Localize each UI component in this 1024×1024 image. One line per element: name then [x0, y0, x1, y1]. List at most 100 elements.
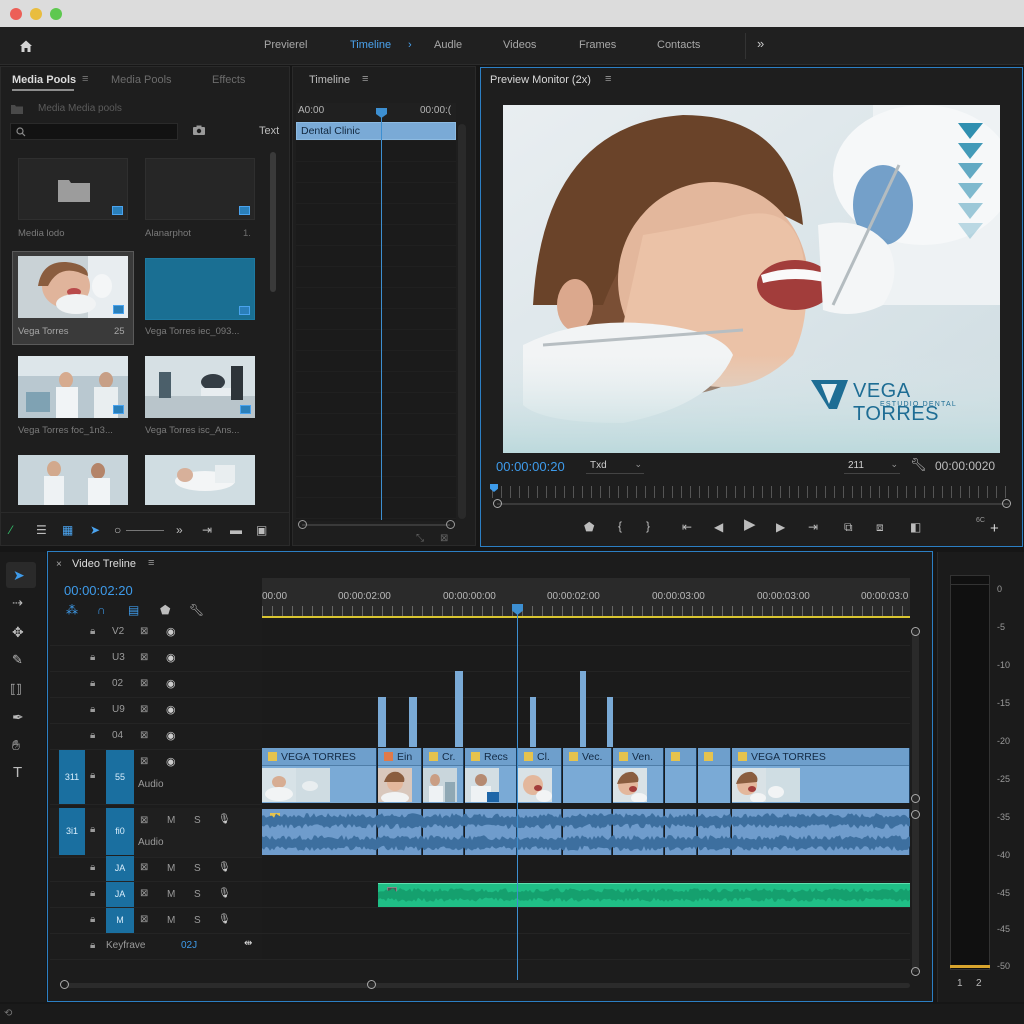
eye-icon[interactable]: ◉ — [166, 703, 176, 716]
work-area-bar[interactable] — [262, 616, 910, 618]
list-view-icon[interactable]: ☰ — [36, 524, 47, 536]
preview-scrub-ruler[interactable] — [492, 486, 1012, 498]
status-icon[interactable]: ⟲ — [4, 1008, 12, 1020]
track-header-v1[interactable]: 311 🔒︎ 55 ⊠ ◉ Audio — [50, 750, 262, 805]
mini-clip[interactable]: Dental Clinic — [296, 122, 456, 140]
lock-icon[interactable]: 🔒︎ — [90, 914, 95, 925]
video-clip[interactable]: Vec. — [563, 748, 612, 803]
keyframe-value[interactable]: 02J — [181, 940, 197, 951]
track-select-icon[interactable]: ⇢ — [12, 596, 23, 609]
panel-menu-icon[interactable]: ≡ — [362, 73, 368, 85]
media-scrollbar[interactable] — [270, 152, 276, 292]
new-item-icon[interactable]: ▣ — [256, 524, 267, 536]
timeline-playhead[interactable] — [517, 608, 518, 980]
step-forward-icon[interactable]: ▶︎ — [776, 521, 785, 533]
track-lane[interactable] — [262, 620, 910, 646]
track-header[interactable]: 🔒︎ V2 ⊠ ◉ — [50, 620, 262, 646]
hand-tool-icon[interactable]: ✋︎ — [12, 738, 20, 752]
snap-icon[interactable]: ⁂ — [66, 604, 78, 616]
track-header[interactable]: 🔒︎ 02 ⊠ ◉ — [50, 672, 262, 698]
tab-media-pools[interactable]: Media Pools — [12, 74, 76, 86]
source-patch[interactable]: 3i1 — [59, 808, 85, 855]
step-back-icon[interactable]: ◀︎ — [714, 521, 723, 533]
eye-icon[interactable]: ◉ — [166, 625, 176, 638]
maximize-window-button[interactable] — [50, 8, 62, 20]
track-lane[interactable] — [262, 646, 910, 672]
video-clip[interactable]: VEGA TORRES — [732, 748, 910, 803]
media-item[interactable] — [18, 455, 128, 505]
grid-view-icon[interactable]: ▦ — [62, 524, 73, 536]
pointer-icon[interactable]: ➤ — [90, 524, 100, 536]
linked-select-icon[interactable]: ▤ — [128, 604, 139, 616]
lock-icon[interactable]: 🔒︎ — [90, 678, 95, 689]
track-lane[interactable] — [262, 698, 910, 724]
film-icon[interactable]: ⊠ — [140, 815, 148, 826]
media-search-input[interactable] — [10, 123, 178, 140]
video-clip[interactable]: Cl. — [518, 748, 562, 803]
panel-menu-icon[interactable]: ≡ — [148, 557, 154, 569]
track-target[interactable]: 55 — [106, 750, 134, 804]
scroll-handle[interactable] — [911, 967, 920, 976]
scrub-handle-start[interactable] — [493, 499, 502, 508]
keyframe-row[interactable]: 🔒︎ Keyfrave 02J ⇹ — [50, 934, 262, 960]
track-header-audio[interactable]: 🔒︎ M ⊠ M S 🎙︎ — [50, 908, 262, 934]
h-scroll-handle[interactable] — [60, 980, 69, 989]
mini-h-scroll-handle[interactable] — [446, 520, 455, 529]
microphone-icon[interactable]: 🎙︎ — [218, 914, 231, 925]
export-frame-icon[interactable]: ◧ — [910, 521, 921, 533]
eye-icon[interactable]: ◉ — [166, 755, 176, 768]
track-lane[interactable] — [262, 672, 910, 698]
fit-dropdown[interactable]: Txd ⌄ — [586, 458, 644, 474]
track-target[interactable]: M — [106, 908, 134, 933]
export-icon[interactable]: ⇥ — [202, 524, 212, 536]
eye-icon[interactable]: ◉ — [166, 729, 176, 742]
solo-button[interactable]: S — [194, 815, 201, 826]
pen-tool-icon[interactable]: ✒︎ — [12, 710, 24, 724]
nav-preview[interactable]: Previerel — [264, 39, 307, 51]
film-icon[interactable]: ⊠ — [140, 626, 148, 637]
mini-h-scroll[interactable] — [302, 524, 450, 526]
short-clip[interactable] — [580, 671, 586, 747]
h-scroll-handle[interactable] — [367, 980, 376, 989]
marker-icon[interactable]: ⬟ — [584, 521, 594, 533]
lock-icon[interactable]: 🔒︎ — [90, 940, 95, 951]
track-target[interactable]: JA — [106, 882, 134, 907]
lock-icon[interactable]: 🔒︎ — [90, 704, 95, 715]
solo-button[interactable]: S — [194, 889, 201, 900]
forward-icon[interactable]: » — [176, 524, 183, 536]
type-tool-icon[interactable]: T — [13, 765, 22, 780]
mute-button[interactable]: M — [167, 863, 175, 874]
zoom-slider-track[interactable] — [126, 530, 164, 531]
go-to-in-icon[interactable]: ⇤ — [682, 521, 692, 533]
track-header-a1[interactable]: 3i1 🔒︎ fi0 ⊠ M S 🎙︎ Audio — [50, 808, 262, 858]
scroll-handle[interactable] — [911, 627, 920, 636]
video-clip[interactable] — [698, 748, 731, 803]
preview-timecode[interactable]: 00:00:00:20 — [496, 459, 565, 474]
play-icon[interactable]: ▶︎ — [744, 517, 756, 532]
track-lane[interactable] — [262, 724, 910, 750]
zoom-slider-icon[interactable]: ○ — [114, 524, 121, 536]
lock-icon[interactable]: 🔒︎ — [90, 888, 95, 899]
scroll-handle[interactable] — [911, 794, 920, 803]
nav-contacts[interactable]: Contacts — [657, 39, 700, 51]
video-clip[interactable]: Recs — [465, 748, 517, 803]
film-icon[interactable]: ⊠ — [140, 888, 148, 899]
track-target[interactable]: fi0 — [106, 808, 134, 855]
timeline-settings-icon[interactable]: 🔧︎ — [189, 604, 204, 616]
film-icon[interactable]: ⊠ — [140, 652, 148, 663]
close-window-button[interactable] — [10, 8, 22, 20]
expand-icon[interactable]: ⊠ — [440, 533, 448, 545]
video-clip[interactable] — [665, 748, 697, 803]
media-item[interactable] — [145, 356, 255, 418]
film-icon[interactable]: ⊠ — [140, 914, 148, 925]
insert-icon[interactable]: ⧉ — [844, 521, 853, 533]
track-lane[interactable] — [262, 934, 910, 960]
mini-scrollbar[interactable] — [458, 124, 466, 519]
track-header-audio[interactable]: 🔒︎ JA ⊠ M S 🎙︎ — [50, 856, 262, 882]
media-item-placeholder[interactable] — [145, 158, 255, 220]
lock-icon[interactable]: 🔒︎ — [90, 626, 95, 637]
short-clip[interactable] — [455, 671, 463, 747]
lock-icon[interactable]: 🔒︎ — [90, 862, 95, 873]
film-icon[interactable]: ⊠ — [140, 678, 148, 689]
panel-menu-icon[interactable]: ≡ — [82, 73, 88, 85]
